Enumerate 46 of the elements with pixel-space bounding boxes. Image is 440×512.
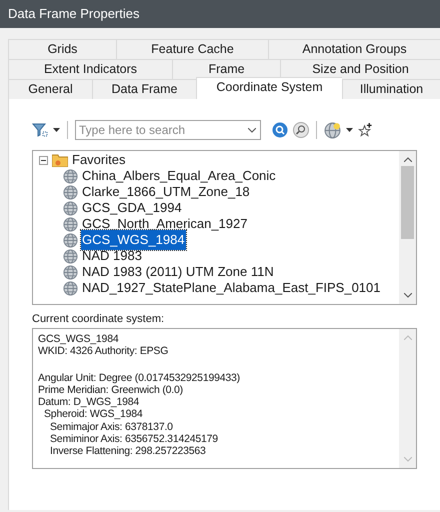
detail-line: Semiminor Axis: 6356752.314245179 xyxy=(49,433,219,446)
globe-icon[interactable] xyxy=(324,122,341,138)
detail-line: Semimajor Axis: 6378137.0 xyxy=(49,420,174,434)
scroll-down-icon xyxy=(404,457,412,462)
tab[interactable]: General xyxy=(8,79,92,99)
globe-icon xyxy=(63,280,78,296)
current-system-label: Current coordinate system: xyxy=(32,312,166,326)
detail-line: Spheroid: WGS_1984 xyxy=(43,408,144,421)
tab[interactable]: Annotation Groups xyxy=(268,39,440,59)
scroll-up-icon xyxy=(404,335,412,340)
dropdown-caret-icon[interactable] xyxy=(248,128,256,133)
clear-search-icon[interactable] xyxy=(293,122,309,138)
globe-icon xyxy=(63,232,78,248)
globe-icon xyxy=(63,264,78,280)
caret-icon[interactable] xyxy=(53,128,60,132)
tab[interactable]: Frame xyxy=(172,59,280,79)
caret-icon[interactable] xyxy=(346,128,353,132)
search-icon[interactable] xyxy=(272,122,288,138)
vertical-scrollbar[interactable] xyxy=(399,151,416,304)
detail-line: Angular Unit: Degree (0.0174532925199433) xyxy=(38,372,241,384)
detail-line: GCS_WGS_1984 xyxy=(38,333,120,346)
tab[interactable]: Extent Indicators xyxy=(8,59,172,79)
globe-icon xyxy=(63,168,78,184)
add-favorite-icon[interactable] xyxy=(358,122,373,138)
globe-icon xyxy=(63,216,78,232)
filter-icon[interactable] xyxy=(32,122,48,138)
search-field[interactable]: Type here to search xyxy=(75,120,261,140)
detail-line: Datum: D_WGS_1984 xyxy=(38,396,140,408)
tab[interactable]: Size and Position xyxy=(280,59,440,79)
globe-icon xyxy=(63,184,78,200)
collapse-toggle[interactable] xyxy=(39,156,48,164)
scroll-down-icon[interactable] xyxy=(404,293,412,298)
tab[interactable]: Feature Cache xyxy=(116,39,268,59)
detail-line: Prime Meridian: Greenwich (0.0) xyxy=(38,384,184,396)
tab[interactable]: Illumination xyxy=(342,79,440,99)
folder-icon xyxy=(52,153,68,167)
tab[interactable]: Data Frame xyxy=(92,79,196,99)
globe-icon xyxy=(63,200,78,216)
tab[interactable]: Grids xyxy=(8,39,116,59)
detail-line: Inverse Flattening: 298.257223563 xyxy=(49,445,207,458)
scroll-up-icon[interactable] xyxy=(404,157,412,162)
detail-line: WKID: 4326 Authority: EPSG xyxy=(38,345,170,358)
globe-icon xyxy=(63,248,78,264)
tree-item[interactable]: GCS_WGS_1984 xyxy=(81,230,186,250)
window-title: Data Frame Properties xyxy=(8,5,140,24)
tab[interactable]: Coordinate System xyxy=(196,77,342,99)
